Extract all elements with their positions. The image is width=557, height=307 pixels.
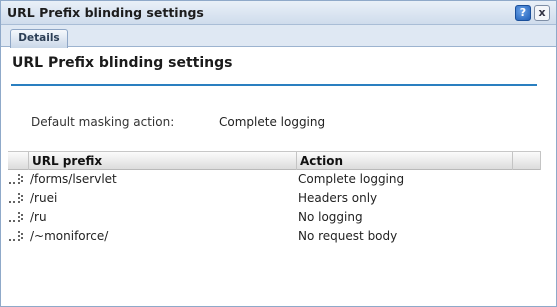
drag-handle-icon[interactable] [8,229,28,243]
url-prefix-cell: /forms/lservlet [30,172,117,186]
drag-handle-icon[interactable] [8,172,28,186]
handle-column-header [8,152,28,170]
default-masking-value: Complete logging [219,115,326,129]
url-prefix-table: URL prefix Action /forms/lservlet Comple… [8,151,541,246]
url-prefix-cell: /~moniforce/ [30,229,109,243]
tab-details[interactable]: Details [10,29,68,48]
heading-divider [11,84,537,86]
table-row[interactable]: /ruei Headers only [8,189,541,208]
action-cell: No request body [298,229,398,243]
action-cell: No logging [298,210,363,224]
url-prefix-cell: /ruei [30,191,58,205]
drag-handle-icon[interactable] [8,191,28,205]
details-panel: URL Prefix blinding settings Default mas… [1,47,556,306]
title-bar[interactable]: URL Prefix blinding settings ? x [1,1,556,25]
table-row[interactable]: /forms/lservlet Complete logging [8,170,541,189]
column-header-filler [512,152,541,170]
table-row[interactable]: /ru No logging [8,208,541,227]
action-cell: Complete logging [298,172,405,186]
column-header-url-prefix[interactable]: URL prefix [28,152,296,170]
table-row[interactable]: /~moniforce/ No request body [8,227,541,246]
action-cell: Headers only [298,191,378,205]
default-masking-label: Default masking action: [31,115,175,129]
tab-strip: Details [1,25,556,48]
help-icon[interactable]: ? [515,5,531,21]
window-title: URL Prefix blinding settings [7,5,204,20]
url-prefix-cell: /ru [30,210,47,224]
close-icon[interactable]: x [534,5,550,21]
drag-handle-icon[interactable] [8,210,28,224]
table-header: URL prefix Action [8,151,541,170]
column-header-action[interactable]: Action [296,152,512,170]
dialog-window: URL Prefix blinding settings ? x Details… [0,0,557,307]
page-title: URL Prefix blinding settings [12,55,233,71]
